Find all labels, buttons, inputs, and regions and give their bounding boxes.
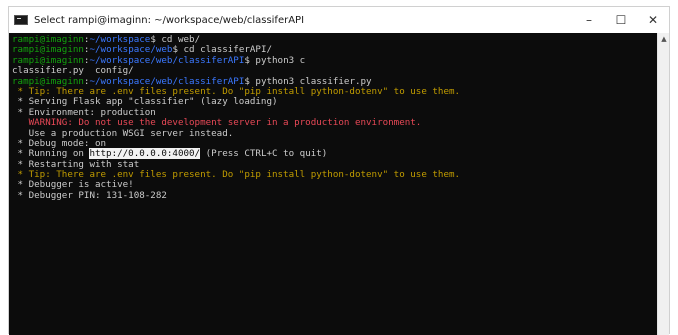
scroll-up-arrow-icon[interactable]: ▲ [658,33,670,45]
terminal-text-segment: http://0.0.0.0:4000/ [89,148,201,160]
terminal-text-segment: * Debugger is active! [12,179,134,191]
terminal-text-segment: * Tip: There are .env files present. Do … [12,169,461,181]
terminal-text-segment: * Tip: There are .env files present. Do … [12,85,461,97]
terminal-text-segment: WARNING: Do not use the development serv… [12,117,422,129]
terminal-text-segment: ~/workspace/web/classiferAPI [89,75,245,87]
window-title: Select rampi@imaginn: ~/workspace/web/cl… [34,14,305,26]
minimize-button[interactable]: – [573,7,605,33]
close-button[interactable]: ✕ [637,7,669,33]
terminal-line: * Debugger PIN: 131-108-282 [12,189,656,201]
terminal-text-segment: rampi@imaginn [12,34,84,45]
title-bar[interactable]: Select rampi@imaginn: ~/workspace/web/cl… [9,7,669,33]
terminal-text-segment: rampi@imaginn [12,75,84,87]
terminal-text-segment: Use a production WSGI server instead. [12,127,234,139]
terminal-text-segment: rampi@imaginn [12,54,84,66]
terminal-text-segment: * Serving Flask app "classifier" (lazy l… [12,96,278,108]
terminal-text-segment: * Environment: production [12,106,156,118]
vertical-scrollbar[interactable]: ▲ [657,33,669,335]
terminal-text-segment: ~/workspace [89,34,151,45]
terminal-text-segment: ~/workspace/web/classiferAPI [89,54,245,66]
terminal-text-segment: * Running on [12,148,90,160]
terminal-text-segment: * Debugger PIN: 131-108-282 [12,189,167,201]
terminal-text-segment: rampi@imaginn [12,44,84,56]
maximize-button[interactable]: ☐ [605,7,637,33]
terminal-text-segment: $ python3 c [244,54,306,66]
terminal-text-segment: $ python3 classifier.py [244,75,372,87]
terminal-text-segment: $ cd classiferAPI/ [172,44,273,56]
terminal-window: Select rampi@imaginn: ~/workspace/web/cl… [8,6,670,335]
terminal-text-segment: * Restarting with stat [12,158,140,170]
terminal-line: Use a production WSGI server instead. [12,127,656,139]
terminal-text-segment: $ cd web/ [150,34,201,45]
terminal-text-segment: (Press CTRL+C to quit) [200,148,328,160]
terminal-text-segment: * Debug mode: on [12,137,107,149]
terminal-text-segment: classifier.py config/ [12,65,134,77]
terminal-output[interactable]: rampi@imaginn:~/workspace$ cd web/rampi@… [9,33,659,335]
terminal-app-icon [14,15,28,25]
terminal-text-segment: ~/workspace/web [89,44,173,56]
